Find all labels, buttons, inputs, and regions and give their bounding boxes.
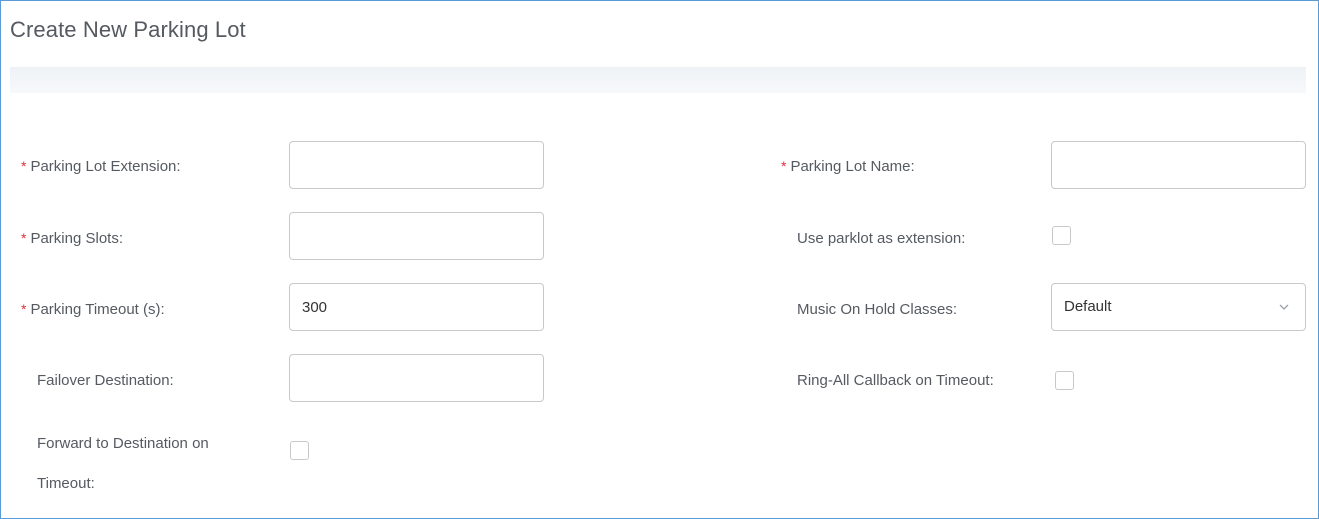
music-on-hold-selected-value: Default bbox=[1064, 298, 1112, 315]
parking-slots-label: * Parking Slots: bbox=[21, 230, 123, 247]
ring-all-callback-checkbox[interactable] bbox=[1055, 371, 1074, 390]
title-divider-band bbox=[10, 67, 1306, 93]
parking-lot-name-input[interactable] bbox=[1051, 141, 1306, 189]
create-parking-lot-panel: Create New Parking Lot * Parking Lot Exte… bbox=[0, 0, 1319, 519]
forward-to-destination-label: Forward to Destination on Timeout: bbox=[37, 435, 209, 492]
parking-slots-input[interactable] bbox=[289, 212, 544, 260]
failover-destination-label: Failover Destination: bbox=[37, 372, 174, 389]
required-marker: * bbox=[21, 158, 27, 174]
failover-destination-input[interactable] bbox=[289, 354, 544, 402]
parking-lot-extension-input[interactable] bbox=[289, 141, 544, 189]
parking-timeout-input[interactable] bbox=[289, 283, 544, 331]
parking-timeout-label: * Parking Timeout (s): bbox=[21, 301, 165, 318]
chevron-down-icon bbox=[1279, 304, 1289, 310]
parking-lot-extension-label: * Parking Lot Extension: bbox=[21, 158, 181, 175]
use-parklot-as-extension-label: Use parklot as extension: bbox=[797, 230, 966, 247]
required-marker: * bbox=[781, 158, 787, 174]
required-marker: * bbox=[21, 230, 27, 246]
forward-to-destination-checkbox[interactable] bbox=[290, 441, 309, 460]
parking-lot-name-label: * Parking Lot Name: bbox=[781, 158, 915, 175]
required-marker: * bbox=[21, 301, 27, 317]
use-parklot-as-extension-checkbox[interactable] bbox=[1052, 226, 1071, 245]
ring-all-callback-label: Ring-All Callback on Timeout: bbox=[797, 372, 994, 389]
music-on-hold-select[interactable]: Default bbox=[1051, 283, 1306, 331]
page-title: Create New Parking Lot bbox=[10, 17, 246, 42]
music-on-hold-classes-label: Music On Hold Classes: bbox=[797, 301, 958, 318]
